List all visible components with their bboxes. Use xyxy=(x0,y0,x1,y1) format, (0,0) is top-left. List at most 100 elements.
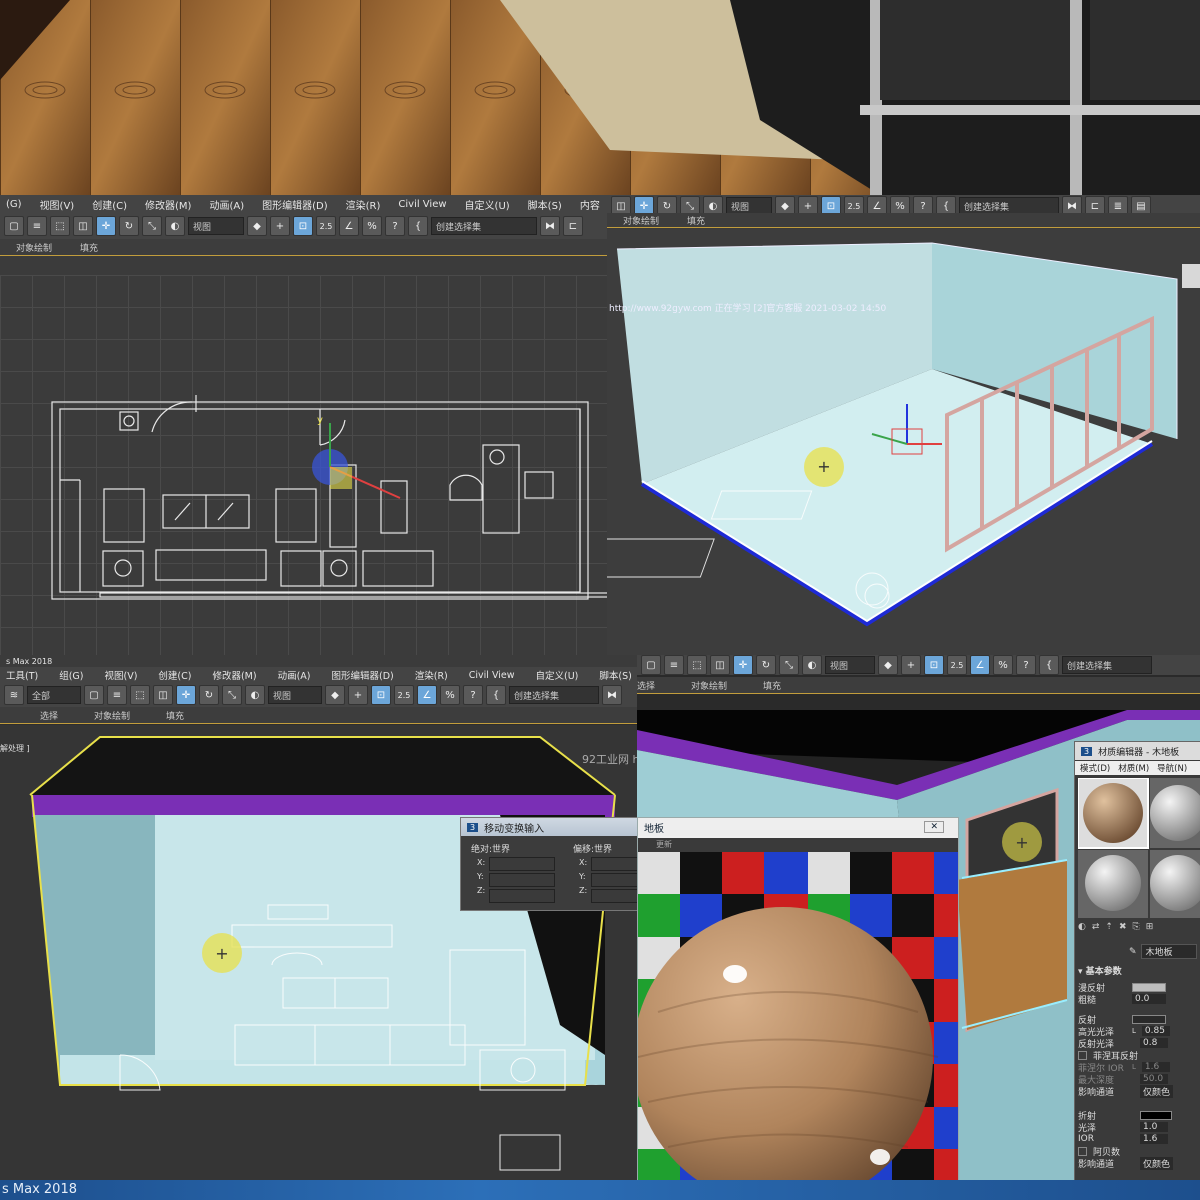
menu-item[interactable]: 脚本(S) xyxy=(599,668,631,682)
param-value[interactable]: 1.0 xyxy=(1140,1122,1168,1132)
percent-snap-icon[interactable]: % xyxy=(440,685,460,705)
angle-snap-icon[interactable]: ∠ xyxy=(970,655,990,675)
align-icon[interactable]: ⊏ xyxy=(563,216,583,236)
move-icon[interactable]: ✛ xyxy=(96,216,116,236)
refract-swatch[interactable] xyxy=(1140,1110,1172,1120)
reference-coord-dropdown[interactable]: 视图 xyxy=(825,656,875,674)
pivot-icon[interactable]: ◆ xyxy=(325,685,345,705)
snap-toggle-icon[interactable]: ⊡ xyxy=(293,216,313,236)
select-object-icon[interactable]: ▢ xyxy=(84,685,104,705)
angle-snap-icon[interactable]: ∠ xyxy=(417,685,437,705)
menu-item[interactable]: 自定义(U) xyxy=(536,668,579,682)
select-by-name-icon[interactable]: ≡ xyxy=(664,655,684,675)
menu-item[interactable]: 创建(C) xyxy=(158,668,191,682)
selection-set-dropdown[interactable]: 创建选择集 xyxy=(509,686,599,704)
menu-item[interactable]: 工具(T) xyxy=(6,668,38,682)
rect-select-icon[interactable]: ⬚ xyxy=(130,685,150,705)
abs-y-field[interactable] xyxy=(489,873,555,887)
spinner-snap-icon[interactable]: ? xyxy=(463,685,483,705)
menu-item[interactable]: 动画(A) xyxy=(278,668,311,682)
menu-item[interactable]: 渲染(R) xyxy=(415,668,448,682)
fresnel-checkbox[interactable] xyxy=(1078,1050,1087,1060)
ribbon-select[interactable]: 选择 xyxy=(40,709,58,722)
viewport-top-plan[interactable]: (G) 视图(V) 创建(C) 修改器(M) 动画(A) 图形编辑器(D) 渲染… xyxy=(0,195,607,655)
diffuse-swatch[interactable] xyxy=(1132,982,1166,992)
param-value[interactable]: 1.6 xyxy=(1140,1134,1168,1144)
abs-z-field[interactable] xyxy=(489,889,555,903)
menu-material[interactable]: 材质(M) xyxy=(1118,762,1149,774)
ribbon-fill[interactable]: 填充 xyxy=(166,709,184,722)
menu-item[interactable]: 渲染(R) xyxy=(346,197,381,212)
window-crossing-icon[interactable]: ◫ xyxy=(153,685,173,705)
ribbon-fill[interactable]: 填充 xyxy=(687,214,705,227)
preview-title-bar[interactable]: 地板 ✕ xyxy=(638,818,958,836)
copy-material-icon[interactable]: ⎘ xyxy=(1133,922,1140,936)
scale-icon[interactable]: ⤡ xyxy=(142,216,162,236)
plan-viewport-canvas[interactable]: y xyxy=(0,275,607,655)
ribbon-select[interactable]: 选择 xyxy=(637,679,655,692)
pivot-icon[interactable]: ◆ xyxy=(878,655,898,675)
percent-snap-icon[interactable]: % xyxy=(362,216,382,236)
ribbon-fill[interactable]: 填充 xyxy=(80,241,98,254)
snap-2-5-icon[interactable]: 2.5 xyxy=(947,655,967,675)
ribbon-object-paint[interactable]: 对象绘制 xyxy=(623,214,659,227)
manipulate-icon[interactable]: + xyxy=(270,216,290,236)
manipulate-icon[interactable]: + xyxy=(901,655,921,675)
taskbar-app-title[interactable]: s Max 2018 xyxy=(2,1182,77,1197)
selection-set-dropdown[interactable]: 创建选择集 xyxy=(1062,656,1152,674)
move-icon[interactable]: ✛ xyxy=(176,685,196,705)
menu-item[interactable]: 动画(A) xyxy=(209,197,244,212)
rotate-icon[interactable]: ↻ xyxy=(199,685,219,705)
material-slots[interactable] xyxy=(1078,778,1200,918)
snap-2-5-icon[interactable]: 2.5 xyxy=(316,216,336,236)
dialog-title-bar[interactable]: 3 移动变换输入 xyxy=(461,818,637,836)
affect-channels-dropdown[interactable]: 仅颜色 xyxy=(1140,1084,1174,1098)
rect-select-icon[interactable]: ⬚ xyxy=(687,655,707,675)
snap-toggle-icon[interactable]: ⊡ xyxy=(924,655,944,675)
spinner-snap-icon[interactable]: ? xyxy=(1016,655,1036,675)
param-value[interactable]: 0.8 xyxy=(1140,1038,1168,1048)
window-crossing-icon[interactable]: ◫ xyxy=(710,655,730,675)
layers-icon[interactable]: ≋ xyxy=(4,685,24,705)
material-editor-panel[interactable]: 3 材质编辑器 - 木地板 模式(D) 材质(M) 导航(N) ◐ ⇄ ⇡ ✖ … xyxy=(1074,741,1200,1180)
menu-item[interactable]: 修改器(M) xyxy=(145,197,191,212)
abs-x-field[interactable] xyxy=(489,857,555,871)
manipulate-icon[interactable]: + xyxy=(348,685,368,705)
menu-item[interactable]: 自定义(U) xyxy=(465,197,510,212)
abbe-checkbox[interactable] xyxy=(1078,1146,1087,1156)
perspective-canvas[interactable]: + http://www.92gyw.com 正在学习 [2]官方客服 2021… xyxy=(607,229,1200,655)
section-header[interactable]: ▾ 基本参数 xyxy=(1078,964,1198,977)
perspective-canvas[interactable]: 解处理 ] 92工业网 h + xyxy=(0,725,637,1180)
menu-item[interactable]: Civil View xyxy=(398,199,446,210)
menu-item[interactable]: 图形编辑器(D) xyxy=(262,197,328,212)
menu-item[interactable]: 视图(V) xyxy=(40,197,75,212)
mirror-icon[interactable]: ⧓ xyxy=(540,216,560,236)
viewport-perspective-2[interactable]: s Max 2018 工具(T) 组(G) 视图(V) 创建(C) 修改器(M)… xyxy=(0,655,637,1180)
move-icon[interactable]: ✛ xyxy=(733,655,753,675)
material-editor-title-bar[interactable]: 3 材质编辑器 - 木地板 xyxy=(1075,742,1200,760)
menu-item[interactable]: 视图(V) xyxy=(105,668,138,682)
selection-filter-dropdown[interactable]: 全部 xyxy=(27,686,81,704)
move-transform-dialog[interactable]: 3 移动变换输入 绝对:世界 偏移:世界 X: Y: Z: X: Y: Z: xyxy=(460,817,637,911)
select-object-icon[interactable]: ▢ xyxy=(4,216,24,236)
selection-set-dropdown[interactable]: 创建选择集 xyxy=(431,217,537,235)
viewcube-icon[interactable] xyxy=(1182,264,1200,288)
edit-selection-set-icon[interactable]: { xyxy=(486,685,506,705)
rotate-icon[interactable]: ↻ xyxy=(119,216,139,236)
get-material-icon[interactable]: ◐ xyxy=(1078,922,1086,936)
menu-item[interactable]: 图形编辑器(D) xyxy=(332,668,394,682)
placement-icon[interactable]: ◐ xyxy=(802,655,822,675)
off-y-field[interactable] xyxy=(591,873,637,887)
viewport-material[interactable]: ▢ ≡ ⬚ ◫ ✛ ↻ ⤡ ◐ 视图 ◆ + ⊡ 2.5 ∠ % ? { 创建选… xyxy=(637,655,1200,1180)
menu-item[interactable]: 修改器(M) xyxy=(212,668,256,682)
reference-coord-dropdown[interactable]: 视图 xyxy=(188,217,244,235)
scale-icon[interactable]: ⤡ xyxy=(222,685,242,705)
ribbon-object-paint[interactable]: 对象绘制 xyxy=(16,241,52,254)
material-name-field[interactable]: 木地板 xyxy=(1140,944,1197,959)
menu-mode[interactable]: 模式(D) xyxy=(1080,762,1110,774)
param-value[interactable]: 0.85 xyxy=(1141,1026,1170,1036)
percent-snap-icon[interactable]: % xyxy=(993,655,1013,675)
assign-material-icon[interactable]: ⇡ xyxy=(1105,922,1113,936)
viewport-perspective-1[interactable]: ◫ ✛ ↻ ⤡ ◐ 视图 ◆ + ⊡ 2.5 ∠ % ? { 创建选择集 ⧓ ⊏… xyxy=(607,195,1200,655)
rotate-icon[interactable]: ↻ xyxy=(756,655,776,675)
